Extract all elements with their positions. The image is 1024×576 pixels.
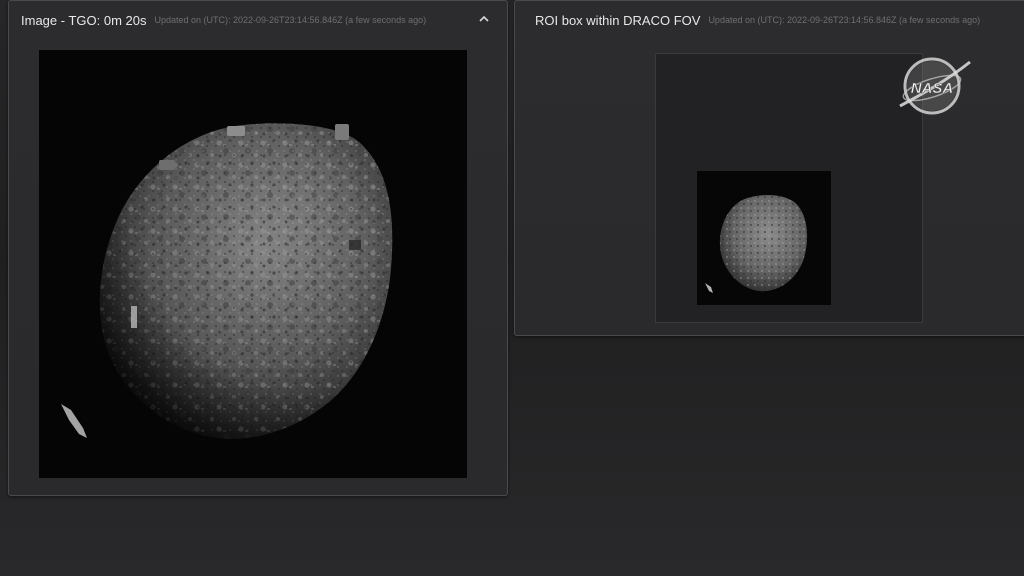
nasa-meatball-icon: NASA [898, 56, 974, 120]
image-panel-updated-timestamp: Updated on (UTC): 2022-09-26T23:14:56.84… [154, 15, 427, 25]
roi-box [697, 171, 831, 305]
draco-fov-frame [655, 53, 923, 323]
image-panel: Image - TGO: 0m 20s Updated on (UTC): 20… [8, 0, 508, 496]
chevron-up-icon[interactable] [477, 12, 491, 26]
roi-panel-header: ROI box within DRACO FOV Updated on (UTC… [515, 1, 1024, 39]
roi-panel: ROI box within DRACO FOV Updated on (UTC… [514, 0, 1024, 336]
image-panel-title: Image - TGO: 0m 20s [21, 12, 147, 28]
roi-panel-title: ROI box within DRACO FOV [535, 12, 701, 28]
nasa-logo-text: NASA [911, 80, 954, 97]
image-panel-header: Image - TGO: 0m 20s Updated on (UTC): 20… [9, 1, 507, 39]
asteroid-image [39, 50, 467, 478]
roi-panel-updated-timestamp: Updated on (UTC): 2022-09-26T23:14:56.84… [708, 15, 981, 25]
screen: Image - TGO: 0m 20s Updated on (UTC): 20… [0, 0, 1024, 576]
